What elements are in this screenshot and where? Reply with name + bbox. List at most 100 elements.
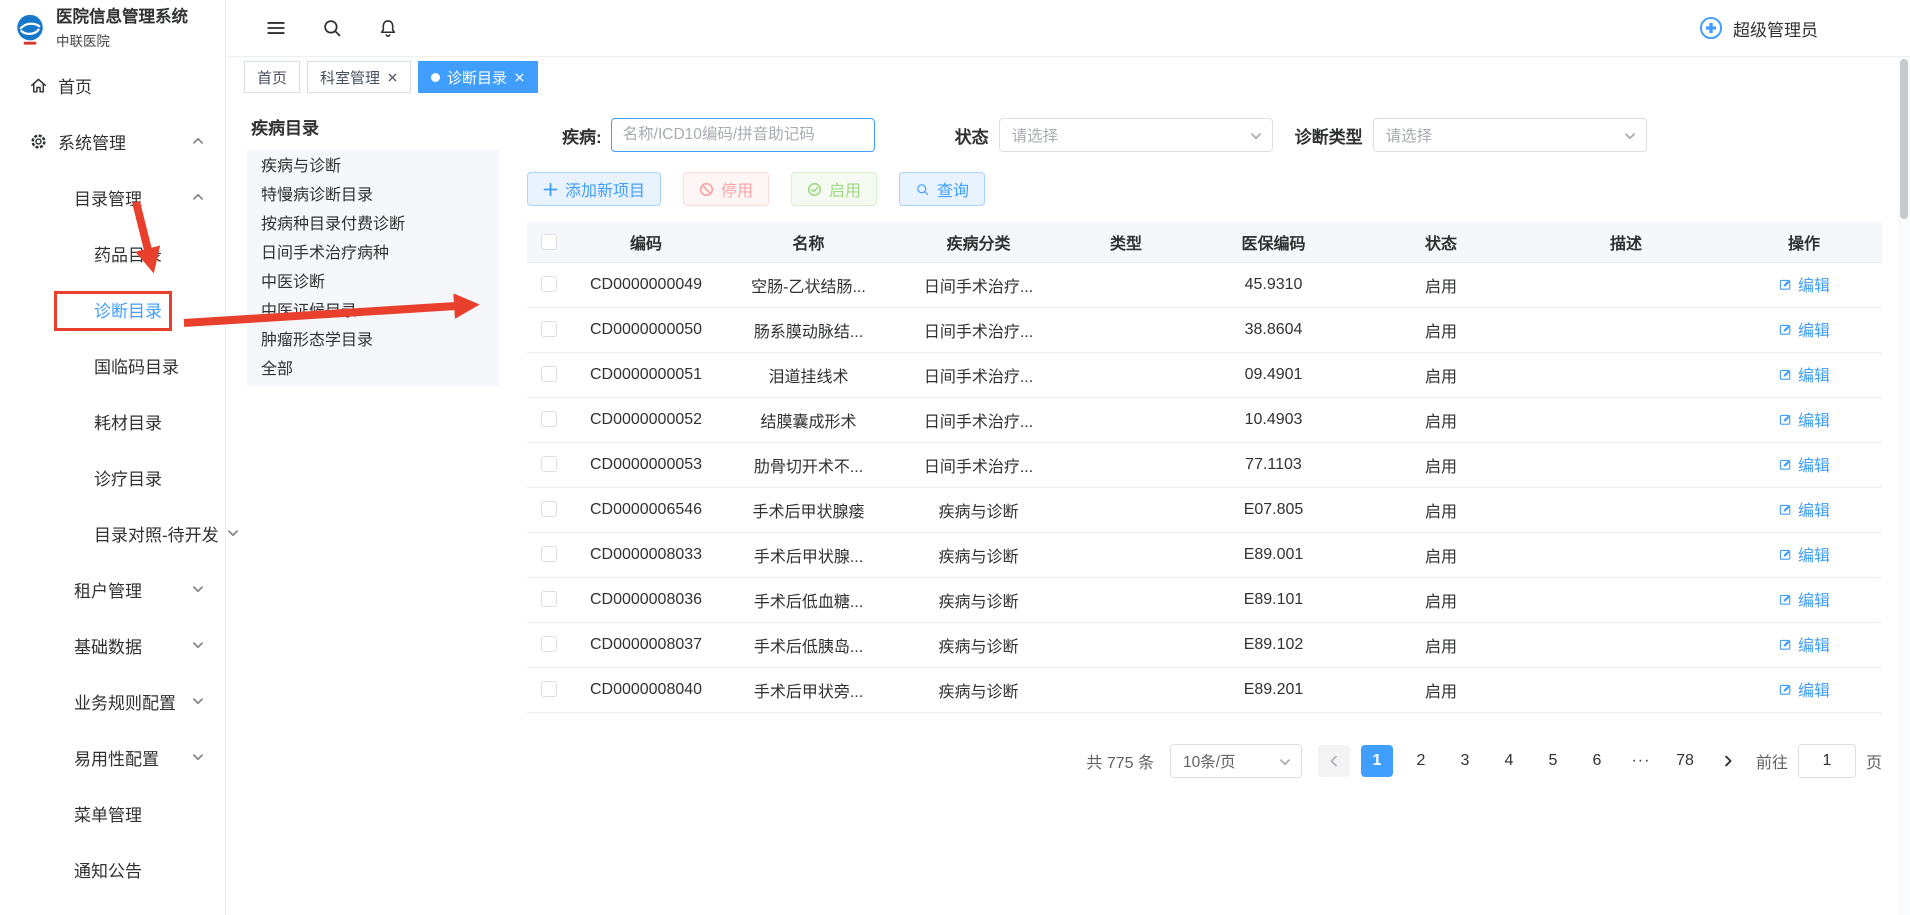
sidebar-item-system-management[interactable]: 系统管理	[0, 113, 225, 169]
row-checkbox[interactable]	[541, 411, 557, 427]
scrollbar-thumb[interactable]	[1900, 59, 1908, 219]
edit-button[interactable]: 编辑	[1778, 452, 1830, 476]
edit-icon	[1778, 367, 1793, 382]
catalog-list-item[interactable]: 中医证候目录	[247, 297, 499, 326]
page-size-select[interactable]: 10条/页	[1170, 744, 1302, 778]
sidebar-item-treatment-catalog[interactable]: 诊疗目录	[0, 449, 225, 505]
tab-diagnosis-catalog[interactable]: 诊断目录	[418, 61, 538, 93]
cell-category: 疾病与诊断	[896, 577, 1061, 622]
cell-status: 启用	[1356, 352, 1526, 397]
sidebar-item-menu-management[interactable]: 菜单管理	[0, 785, 225, 841]
sidebar-item-drug-catalog[interactable]: 药品目录	[0, 225, 225, 281]
page-number-button[interactable]: 6	[1581, 745, 1613, 777]
catalog-list-item[interactable]: 按病种目录付费诊断	[247, 210, 499, 239]
disable-button[interactable]: 停用	[683, 172, 769, 206]
sidebar-item-diagnosis-catalog[interactable]: 诊断目录	[0, 281, 225, 337]
row-checkbox[interactable]	[541, 546, 557, 562]
diagnosis-type-select[interactable]: 请选择	[1373, 118, 1647, 152]
close-icon[interactable]	[514, 72, 525, 83]
edit-button[interactable]: 编辑	[1778, 407, 1830, 431]
page-number-button[interactable]: 5	[1537, 745, 1569, 777]
sidebar-item-basic-data[interactable]: 基础数据	[0, 617, 225, 673]
scrollbar-track[interactable]	[1898, 57, 1910, 915]
app-brand: 医院信息管理系统 中联医院	[0, 0, 225, 57]
cell-description	[1526, 487, 1726, 532]
search-icon[interactable]	[321, 17, 343, 39]
page-number-button[interactable]: 78	[1669, 745, 1701, 777]
sidebar-item-home[interactable]: 首页	[0, 57, 225, 113]
cell-insurance-code: E89.001	[1191, 532, 1356, 577]
catalog-list-item[interactable]: 全部	[247, 355, 499, 384]
edit-button[interactable]: 编辑	[1778, 317, 1830, 341]
page-number-button[interactable]: ···	[1625, 745, 1657, 777]
sidebar-item-tenant-management[interactable]: 租户管理	[0, 561, 225, 617]
cell-insurance-code: 10.4903	[1191, 397, 1356, 442]
table-row: CD0000008040 手术后甲状旁... 疾病与诊断 E89.201 启用 …	[527, 667, 1882, 712]
cell-code: CD0000008040	[571, 667, 721, 712]
status-select[interactable]: 请选择	[999, 118, 1273, 152]
tab-department-management[interactable]: 科室管理	[307, 61, 411, 93]
cell-type	[1061, 667, 1191, 712]
row-checkbox[interactable]	[541, 501, 557, 517]
table-row: CD0000000052 结膜囊成形术 日间手术治疗... 10.4903 启用…	[527, 397, 1882, 442]
catalog-list-item[interactable]: 疾病与诊断	[247, 152, 499, 181]
table-row: CD0000006546 手术后甲状腺瘘 疾病与诊断 E07.805 启用 编辑	[527, 487, 1882, 532]
row-checkbox[interactable]	[541, 591, 557, 607]
sidebar-item-notice[interactable]: 通知公告	[0, 841, 225, 897]
collapse-menu-icon[interactable]	[265, 17, 287, 39]
add-item-button[interactable]: 添加新项目	[527, 172, 661, 206]
edit-button[interactable]: 编辑	[1778, 272, 1830, 296]
bell-icon[interactable]	[377, 17, 399, 39]
select-all-checkbox[interactable]	[541, 234, 557, 250]
edit-button[interactable]: 编辑	[1778, 587, 1830, 611]
page-number-button[interactable]: 2	[1405, 745, 1437, 777]
page-number-button[interactable]: 1	[1361, 745, 1393, 777]
cell-name: 肠系膜动脉结...	[721, 307, 896, 352]
sidebar-item-catalog-management[interactable]: 目录管理	[0, 169, 225, 225]
close-icon[interactable]	[387, 72, 398, 83]
enable-button[interactable]: 启用	[791, 172, 877, 206]
cell-type	[1061, 622, 1191, 667]
disease-search-input[interactable]	[611, 118, 875, 152]
column-header-type: 类型	[1061, 222, 1191, 262]
edit-button[interactable]: 编辑	[1778, 497, 1830, 521]
row-checkbox[interactable]	[541, 636, 557, 652]
prev-page-button[interactable]	[1318, 745, 1350, 777]
admin-name: 超级管理员	[1733, 16, 1818, 41]
page-number-button[interactable]: 4	[1493, 745, 1525, 777]
sidebar-item-national-code-catalog[interactable]: 国临码目录	[0, 337, 225, 393]
edit-icon	[1778, 322, 1793, 337]
edit-icon	[1778, 412, 1793, 427]
query-button[interactable]: 查询	[899, 172, 985, 206]
table-row: CD0000000050 肠系膜动脉结... 日间手术治疗... 38.8604…	[527, 307, 1882, 352]
app-title: 医院信息管理系统	[56, 7, 188, 28]
catalog-list-item[interactable]: 中医诊断	[247, 268, 499, 297]
app-subtitle: 中联医院	[56, 30, 188, 50]
tab-home[interactable]: 首页	[244, 61, 300, 93]
cell-description	[1526, 667, 1726, 712]
goto-page-input[interactable]	[1798, 744, 1856, 778]
edit-button[interactable]: 编辑	[1778, 632, 1830, 656]
row-checkbox[interactable]	[541, 366, 557, 382]
sidebar-item-usability-config[interactable]: 易用性配置	[0, 729, 225, 785]
sidebar-item-catalog-mapping[interactable]: 目录对照-待开发	[0, 505, 225, 561]
row-checkbox[interactable]	[541, 456, 557, 472]
edit-button[interactable]: 编辑	[1778, 362, 1830, 386]
page: 医院信息管理系统 中联医院 首页 系统管理 目录管理 药品目录 诊断目录	[0, 0, 1910, 915]
edit-button[interactable]: 编辑	[1778, 542, 1830, 566]
page-number-button[interactable]: 3	[1449, 745, 1481, 777]
edit-button[interactable]: 编辑	[1778, 677, 1830, 701]
admin-badge[interactable]: 超级管理员	[1698, 15, 1818, 41]
catalog-list-item[interactable]: 特慢病诊断目录	[247, 181, 499, 210]
sidebar-item-consumables-catalog[interactable]: 耗材目录	[0, 393, 225, 449]
catalog-list-item[interactable]: 日间手术治疗病种	[247, 239, 499, 268]
cell-status: 启用	[1356, 667, 1526, 712]
sidebar-item-business-rules[interactable]: 业务规则配置	[0, 673, 225, 729]
catalog-list-item[interactable]: 肿瘤形态学目录	[247, 326, 499, 355]
cell-description	[1526, 352, 1726, 397]
next-page-button[interactable]	[1712, 745, 1744, 777]
row-checkbox[interactable]	[541, 321, 557, 337]
chevron-down-icon	[191, 582, 205, 596]
row-checkbox[interactable]	[541, 681, 557, 697]
row-checkbox[interactable]	[541, 276, 557, 292]
